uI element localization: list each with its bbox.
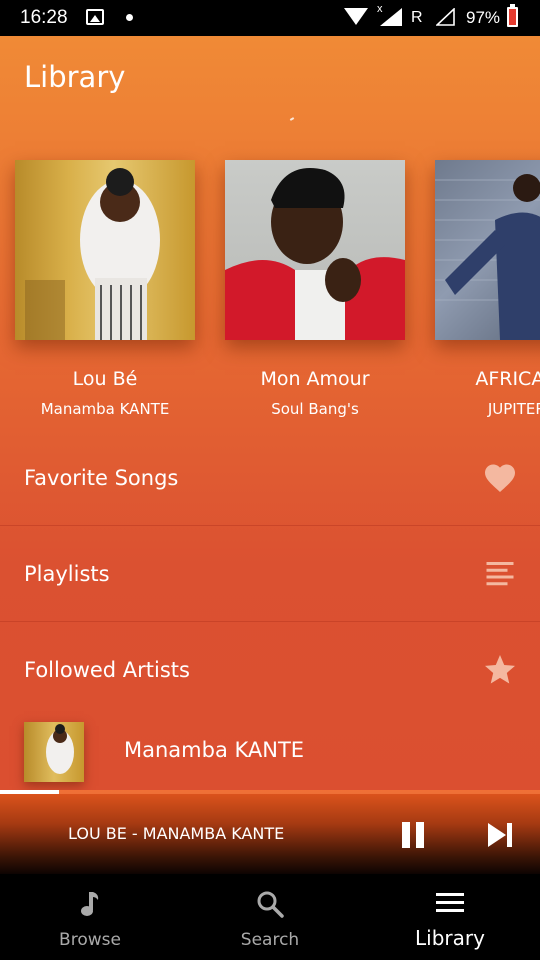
playback-progress-track[interactable] xyxy=(0,790,540,794)
album-cover[interactable] xyxy=(15,160,195,340)
star-icon xyxy=(482,652,518,688)
cell-signal-2-icon xyxy=(436,8,455,26)
library-sections: Favorite Songs Playlists Followed Artist… xyxy=(0,430,540,718)
skip-next-icon[interactable] xyxy=(486,822,514,848)
decorative-mark xyxy=(289,117,295,121)
recent-albums-carousel[interactable]: Lou Bé Manamba KANTE Mon Amour Soul Bang… xyxy=(0,160,540,430)
library-screen: Library Lou Bé Manamba KANTE Mon Amour S… xyxy=(0,36,540,790)
followed-artist-item[interactable]: Manamba KANTE xyxy=(0,718,540,790)
album-cover-art xyxy=(25,168,160,340)
search-icon xyxy=(257,891,284,918)
playlists-row[interactable]: Playlists xyxy=(0,526,540,622)
album-artist: JUPITER D xyxy=(487,400,540,418)
favorite-songs-row[interactable]: Favorite Songs xyxy=(0,430,540,526)
now-playing-title[interactable]: LOU BE - MANAMBA KANTE xyxy=(68,824,284,843)
notification-dot-icon xyxy=(126,14,133,21)
album-cover-art xyxy=(225,168,405,340)
album-cover[interactable] xyxy=(435,160,540,340)
album-title: AFRICA By xyxy=(475,368,540,390)
battery-percent: 97% xyxy=(466,8,501,27)
heart-icon xyxy=(482,460,518,496)
music-note-icon xyxy=(81,892,99,916)
pause-icon-bar xyxy=(402,822,410,848)
followed-artists-label: Followed Artists xyxy=(24,658,190,682)
menu-icon xyxy=(436,893,464,912)
bottom-navigation: Browse Search Library xyxy=(0,874,540,960)
playlists-label: Playlists xyxy=(24,561,110,586)
nav-search-label: Search xyxy=(240,930,300,950)
album-title: Lou Bé xyxy=(72,368,138,390)
cell-signal-icon xyxy=(380,8,402,26)
page-title: Library xyxy=(24,60,126,94)
gallery-notification-icon xyxy=(86,9,104,25)
album-cover[interactable] xyxy=(225,160,405,340)
nav-browse[interactable]: Browse xyxy=(0,874,180,960)
album-artist: Manamba KANTE xyxy=(40,400,170,418)
status-time: 16:28 xyxy=(20,7,68,28)
playback-progress-fill xyxy=(0,790,60,794)
mini-player[interactable]: LOU BE - MANAMBA KANTE xyxy=(0,790,540,874)
status-bar: 16:28 x R 97% xyxy=(0,0,540,36)
followed-artist-name: Manamba KANTE xyxy=(124,738,305,762)
nav-search[interactable]: Search xyxy=(180,874,360,960)
pause-icon-bar xyxy=(416,822,424,848)
album-cover-art xyxy=(435,174,540,340)
nav-library-label: Library xyxy=(415,926,485,950)
nav-library[interactable]: Library xyxy=(360,874,540,960)
favorite-songs-label: Favorite Songs xyxy=(24,465,179,490)
list-icon xyxy=(482,556,518,592)
album-card[interactable]: AFRICA By JUPITER D xyxy=(435,160,540,418)
album-card[interactable]: Mon Amour Soul Bang's xyxy=(225,160,405,418)
wifi-icon xyxy=(344,8,368,25)
followed-artists-row[interactable]: Followed Artists xyxy=(0,622,540,718)
album-card[interactable]: Lou Bé Manamba KANTE xyxy=(15,160,195,418)
album-artist: Soul Bang's xyxy=(271,400,359,418)
battery-icon xyxy=(507,4,518,27)
album-title: Mon Amour xyxy=(260,368,370,390)
artist-avatar xyxy=(24,722,84,782)
pause-button[interactable] xyxy=(400,822,424,848)
roaming-indicator: R xyxy=(411,9,423,26)
nav-browse-label: Browse xyxy=(59,930,121,950)
